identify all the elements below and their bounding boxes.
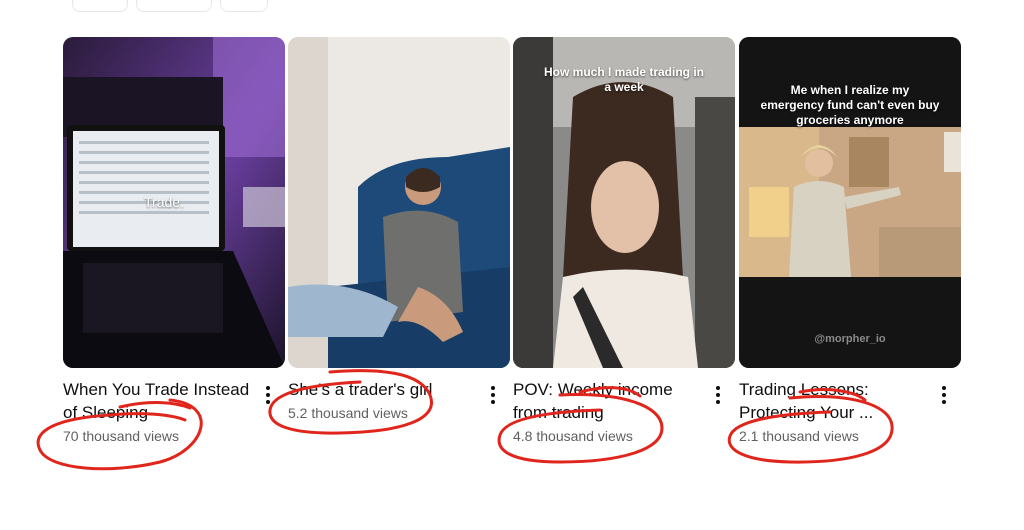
view-count: 4.8 thousand views (513, 428, 633, 444)
video-meta: She's a trader's girl 5.2 thousand views (288, 378, 510, 458)
view-count: 5.2 thousand views (288, 405, 408, 421)
view-count: 2.1 thousand views (739, 428, 859, 444)
video-card[interactable]: She's a trader's girl 5.2 thousand views (288, 37, 510, 458)
channel-watermark: @morpher_io (814, 333, 886, 345)
thumbnail-overlay-text: Trade. (144, 194, 184, 210)
video-title[interactable]: POV: Weekly income from trading (513, 378, 703, 424)
filter-chip[interactable] (136, 0, 212, 12)
video-thumbnail[interactable]: Trade. (63, 37, 285, 368)
video-meta: Trading Lessons: Protecting Your ... 2.1… (739, 378, 961, 458)
vertical-ellipsis-icon[interactable] (715, 386, 721, 406)
vertical-ellipsis-icon[interactable] (265, 386, 271, 406)
thumbnail-overlay-text: How much I made trading in a week (543, 65, 704, 94)
video-thumbnail[interactable]: How much I made trading in a week (513, 37, 735, 368)
video-card[interactable]: Trade. When You Trade Instead of Sleepin… (63, 37, 285, 458)
view-count: 70 thousand views (63, 428, 179, 444)
vertical-ellipsis-icon[interactable] (941, 386, 947, 406)
vertical-ellipsis-icon[interactable] (490, 386, 496, 406)
video-title[interactable]: She's a trader's girl (288, 378, 478, 401)
filter-chip[interactable] (220, 0, 268, 12)
video-thumbnail[interactable]: Me when I realize my emergency fund can'… (739, 37, 961, 368)
video-title[interactable]: Trading Lessons: Protecting Your ... (739, 378, 929, 424)
video-meta: POV: Weekly income from trading 4.8 thou… (513, 378, 735, 458)
video-card[interactable]: How much I made trading in a week POV: W… (513, 37, 735, 458)
video-card[interactable]: Me when I realize my emergency fund can'… (739, 37, 961, 458)
video-title[interactable]: When You Trade Instead of Sleeping (63, 378, 253, 424)
thumbnail-overlay-text: Me when I realize my emergency fund can'… (760, 83, 940, 127)
thumbnail-man-on-couch-image (288, 37, 510, 368)
filter-chip[interactable] (72, 0, 128, 12)
video-thumbnail[interactable] (288, 37, 510, 368)
video-meta: When You Trade Instead of Sleeping 70 th… (63, 378, 285, 458)
